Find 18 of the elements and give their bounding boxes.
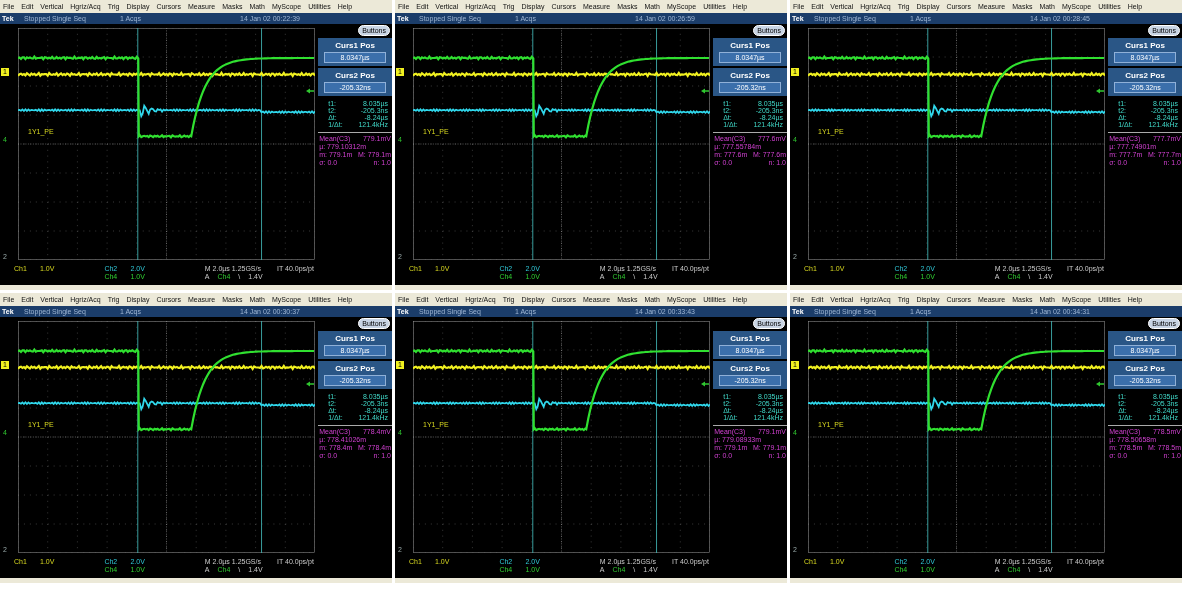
cursor-label: Curs1 Pos xyxy=(1125,334,1165,343)
cursor-label: Curs2 Pos xyxy=(730,71,770,80)
cursor-label: Curs2 Pos xyxy=(730,364,770,373)
trigger-arrow-icon xyxy=(306,88,314,94)
cursor-label: Curs1 Pos xyxy=(335,334,375,343)
cursor-label: Curs1 Pos xyxy=(335,41,375,50)
trigger-arrow-icon xyxy=(1096,381,1104,387)
trigger-arrow-icon xyxy=(701,381,709,387)
cursor-label: Curs1 Pos xyxy=(730,334,770,343)
cursor-label: Curs2 Pos xyxy=(335,71,375,80)
cursor-label: Curs2 Pos xyxy=(1125,71,1165,80)
trigger-arrow-icon xyxy=(1096,88,1104,94)
trigger-arrow-icon xyxy=(701,88,709,94)
cursor-label: Curs2 Pos xyxy=(1125,364,1165,373)
trigger-arrow-icon xyxy=(306,381,314,387)
cursor-label: Curs1 Pos xyxy=(730,41,770,50)
cursor-label: Curs2 Pos xyxy=(335,364,375,373)
cursor-label: Curs1 Pos xyxy=(1125,41,1165,50)
